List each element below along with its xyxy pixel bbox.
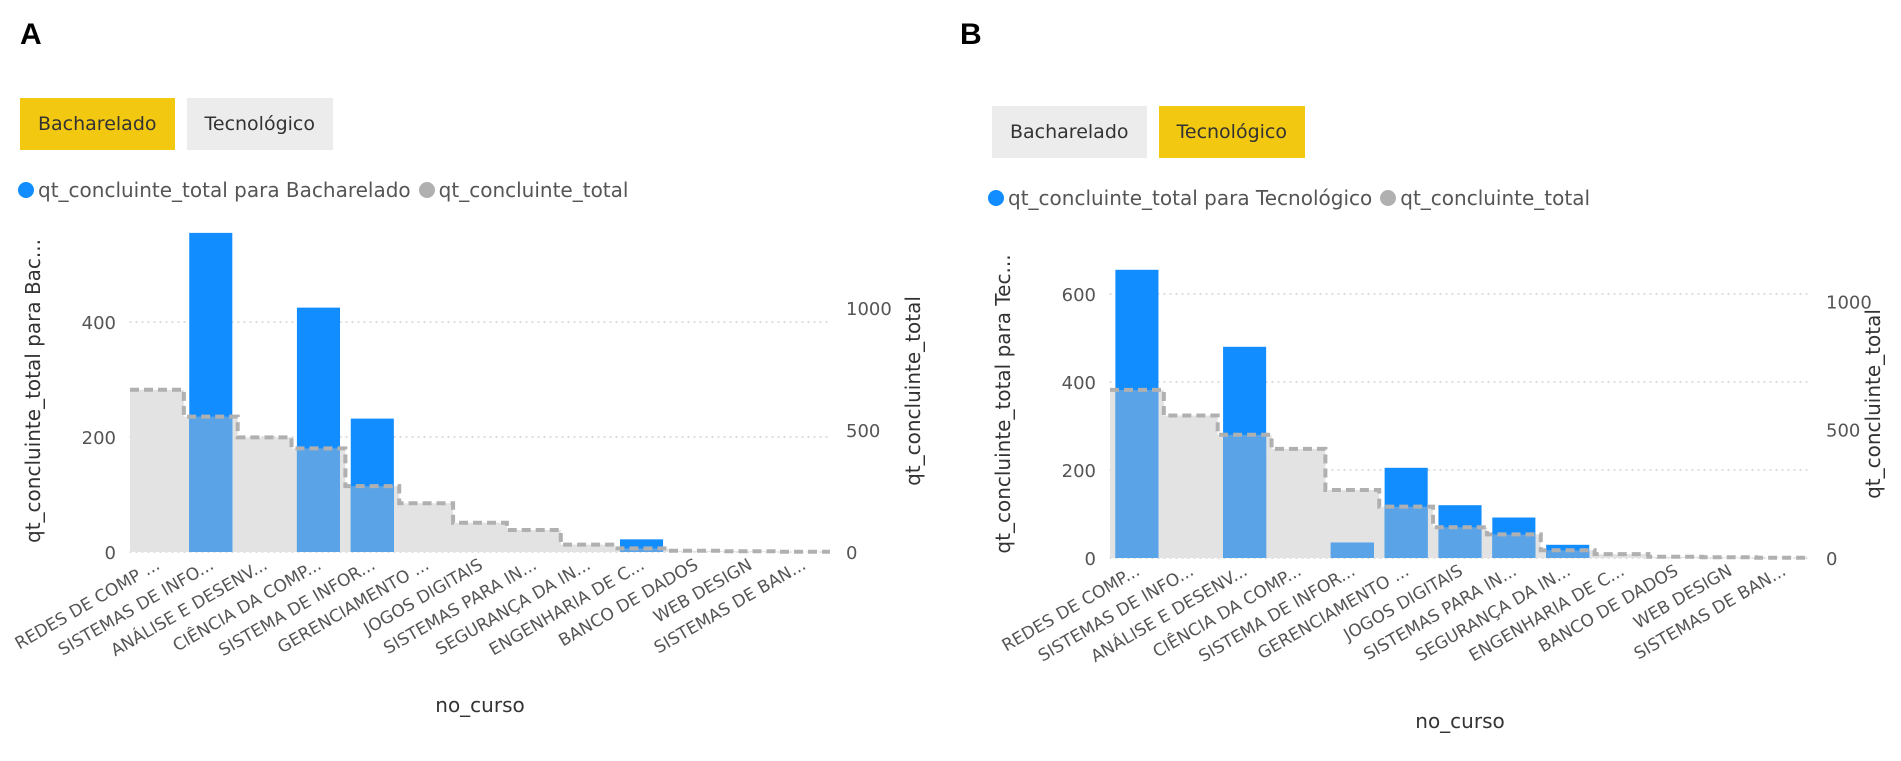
panel-letter: B — [960, 18, 982, 51]
slicer-button-bacharelado[interactable]: Bacharelado — [20, 98, 175, 150]
overlap-bar — [296, 448, 340, 552]
course-type-slicer: Bacharelado Tecnológico — [992, 106, 1305, 158]
x-axis-title: no_curso — [435, 693, 524, 717]
y-tick-label: 200 — [1062, 461, 1096, 482]
chart-legend: qt_concluinte_total para Bacharelado qt_… — [18, 178, 636, 202]
overlap-bar — [1438, 527, 1482, 558]
chart-panel-b: B Bacharelado Tecnológico qt_concluinte_… — [960, 0, 1901, 761]
y-tick-label: 400 — [82, 313, 116, 334]
legend-label: qt_concluinte_total — [438, 178, 629, 202]
y-axis-title: qt_concluinte_total para Tec... — [991, 254, 1015, 553]
y2-axis-title: qt_concluinte_total — [1861, 309, 1885, 499]
chart-legend: qt_concluinte_total para Tecnológico qt_… — [988, 186, 1598, 210]
legend-label: qt_concluinte_total para Tecnológico — [1008, 186, 1373, 210]
legend-label: qt_concluinte_total para Bacharelado — [38, 178, 411, 202]
legend-dot-icon — [18, 182, 34, 198]
total-area — [130, 389, 830, 552]
y-tick-label: 600 — [1062, 285, 1096, 306]
course-type-slicer: Bacharelado Tecnológico — [20, 98, 333, 150]
legend-dot-icon — [418, 182, 435, 198]
legend-dot-icon — [988, 190, 1004, 206]
y-tick-label: 0 — [1085, 549, 1096, 570]
slicer-button-tecnologico[interactable]: Tecnológico — [186, 98, 333, 150]
overlap-bar — [620, 548, 664, 552]
y-tick-label: 400 — [1062, 373, 1096, 394]
overlap-bar — [1384, 506, 1428, 558]
overlap-bar — [350, 486, 394, 552]
x-axis-title: no_curso — [1415, 709, 1504, 733]
y2-tick-label: 1000 — [846, 299, 892, 320]
legend-item-total[interactable]: qt_concluinte_total — [418, 178, 629, 202]
combo-chart-b: 020040060005001000REDES DE COMP...SISTEM… — [991, 254, 1885, 733]
slicer-button-bacharelado[interactable]: Bacharelado — [992, 106, 1147, 158]
y-axis-title: qt_concluinte_total para Bac... — [21, 239, 45, 543]
legend-item-highlight[interactable]: qt_concluinte_total para Tecnológico — [988, 186, 1372, 210]
overlap-bar — [1223, 434, 1267, 558]
y2-tick-label: 500 — [846, 421, 880, 442]
y2-tick-label: 500 — [1826, 421, 1860, 442]
overlap-bar — [1330, 542, 1374, 558]
overlap-bar — [189, 416, 233, 552]
y2-tick-label: 0 — [846, 543, 857, 564]
y-tick-label: 200 — [82, 428, 116, 449]
legend-item-total[interactable]: qt_concluinte_total — [1380, 186, 1590, 210]
panel-letter: A — [20, 18, 42, 51]
legend-item-highlight[interactable]: qt_concluinte_total para Bacharelado — [18, 178, 411, 202]
legend-label: qt_concluinte_total — [1400, 186, 1591, 210]
overlap-bar — [1492, 534, 1536, 558]
y-tick-label: 0 — [105, 543, 116, 564]
combo-chart-a: 020040005001000REDES DE COMP ...SISTEMAS… — [12, 232, 925, 717]
legend-dot-icon — [1380, 190, 1397, 206]
chart-panel-a: A Bacharelado Tecnológico qt_concluinte_… — [0, 0, 950, 761]
overlap-bar — [1115, 389, 1159, 558]
y2-axis-title: qt_concluinte_total — [901, 296, 925, 486]
slicer-button-tecnologico[interactable]: Tecnológico — [1158, 106, 1305, 158]
y2-tick-label: 0 — [1826, 549, 1837, 570]
